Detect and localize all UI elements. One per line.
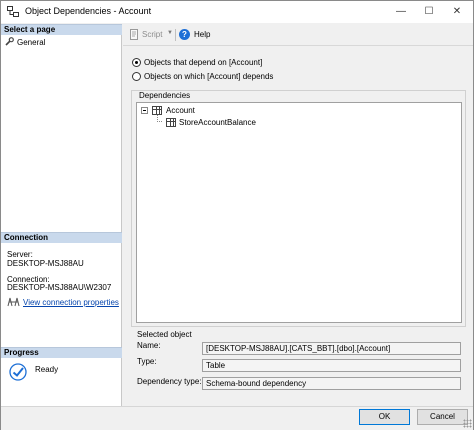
toolbar-separator: [175, 29, 176, 41]
dependency-type-field[interactable]: Schema-bound dependency: [202, 377, 461, 390]
tree-node-child[interactable]: StoreAccountBalance: [179, 118, 256, 127]
title-bar: Object Dependencies - Account — ☐ ✕: [1, 1, 473, 23]
select-page-header: Select a page: [1, 24, 122, 35]
left-panel: Select a page General Connection Server:…: [1, 24, 122, 406]
type-field[interactable]: Table: [202, 359, 461, 372]
help-button[interactable]: Help: [194, 30, 210, 39]
script-dropdown-arrow-icon[interactable]: ▼: [167, 30, 173, 36]
connection-value: DESKTOP-MSJ88AU\W2307: [7, 283, 112, 292]
ready-check-icon: [9, 363, 27, 381]
table-icon: [152, 106, 162, 115]
close-button[interactable]: ✕: [443, 1, 471, 23]
dependencies-app-icon: [7, 6, 19, 17]
tree-node-root[interactable]: Account: [166, 106, 195, 115]
table-icon: [166, 118, 176, 127]
minimize-button[interactable]: —: [387, 1, 415, 23]
window-title: Object Dependencies - Account: [25, 6, 152, 16]
radio-objects-that-depend-on-label[interactable]: Objects that depend on [Account]: [144, 58, 262, 67]
page-item-label: General: [17, 38, 46, 47]
ok-button[interactable]: OK: [359, 409, 410, 425]
connection-properties-icon: [7, 297, 20, 307]
dependency-type-label: Dependency type:: [137, 377, 202, 386]
radio-objects-that-depend-on[interactable]: [132, 58, 141, 67]
tree-connector: [157, 114, 162, 122]
selected-object-title: Selected object: [137, 330, 192, 339]
connection-header: Connection: [1, 232, 122, 243]
name-label: Name:: [137, 341, 161, 350]
view-connection-properties-link[interactable]: View connection properties: [23, 298, 119, 307]
dependencies-tree[interactable]: [136, 102, 462, 323]
radio-objects-on-which-depends[interactable]: [132, 72, 141, 81]
server-label: Server:: [7, 250, 33, 259]
script-button[interactable]: Script: [142, 30, 162, 39]
page-item-general[interactable]: General: [5, 37, 45, 48]
dependencies-title: Dependencies: [137, 91, 193, 100]
script-icon: [130, 29, 138, 40]
help-icon[interactable]: ?: [179, 29, 190, 40]
server-value: DESKTOP-MSJ88AU: [7, 259, 84, 268]
dialog-window: Object Dependencies - Account — ☐ ✕ Sele…: [0, 0, 474, 430]
resize-grip-icon[interactable]: [463, 419, 472, 428]
name-field[interactable]: [DESKTOP-MSJ88AU].[CATS_BBT].[dbo].[Acco…: [202, 342, 461, 355]
radio-objects-on-which-depends-label[interactable]: Objects on which [Account] depends: [144, 72, 273, 81]
progress-header: Progress: [1, 347, 122, 358]
maximize-button[interactable]: ☐: [415, 1, 443, 23]
cancel-button[interactable]: Cancel: [417, 409, 468, 425]
progress-status: Ready: [35, 365, 59, 374]
wrench-icon: [5, 37, 14, 46]
toolbar: Script ▼ ? Help: [123, 24, 473, 46]
type-label: Type:: [137, 357, 157, 366]
collapse-node-icon[interactable]: [141, 107, 148, 114]
